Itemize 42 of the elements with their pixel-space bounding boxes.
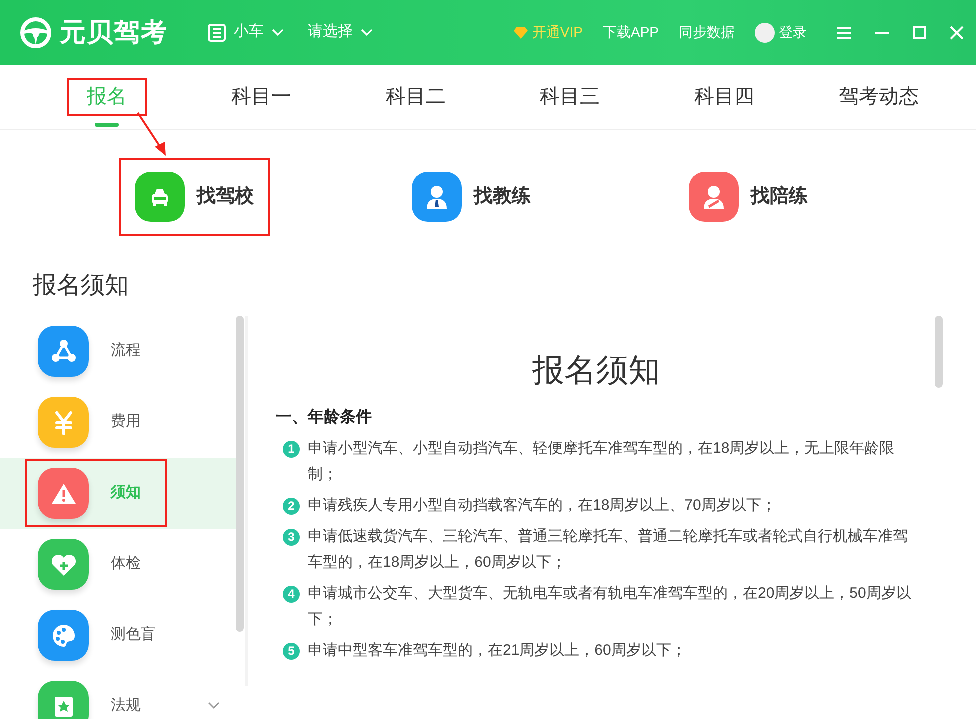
avatar-icon [755,22,775,42]
quick-link[interactable]: 找驾校 [121,160,268,234]
sidebar-item[interactable]: 体检 [0,529,236,600]
list-item-text: 申请城市公交车、大型货车、无轨电车或者有轨电车准驾车型的，在20周岁以上，50周岁以下； [308,584,912,630]
number-badge: 4 [283,586,300,603]
sidebar-item[interactable]: 法规 [0,671,236,719]
section-title: 报名须知 [32,271,130,301]
steering-wheel-icon [20,16,52,48]
close-icon [950,26,964,40]
quick-link[interactable]: 找教练 [398,160,545,234]
quick-link[interactable]: 找陪练 [675,160,822,234]
logo-text: 元贝驾考 [60,16,168,49]
minimize-icon [875,32,889,34]
chevron-down-icon [272,28,284,36]
number-badge: 5 [283,643,300,660]
tab[interactable]: 科目二 [368,80,464,114]
annotation-arrow [136,111,168,157]
tab[interactable]: 科目四 [676,80,772,114]
scrollbar-thumb[interactable] [935,316,943,388]
diamond-icon [514,26,528,38]
list-item-text: 申请中型客车准驾车型的，在21周岁以上，60周岁以下； [308,641,686,661]
sidebar-item[interactable]: 流程 [0,316,236,387]
sidebar-item[interactable]: 费用 [0,387,236,458]
maximize-icon [913,26,926,39]
tab[interactable]: 科目一 [213,80,310,114]
list-item-text: 申请低速载货汽车、三轮汽车、普通三轮摩托车、普通二轮摩托车或者轮式自行机械车准驾车型的，在18周岁以上，60周岁以下； [308,527,909,573]
article-heading: 一、年龄条件 [275,408,373,428]
tab[interactable]: 驾考动态 [820,80,937,114]
tab-indicator [95,123,120,127]
tab[interactable]: 科目三 [522,80,618,114]
scrollbar-thumb[interactable] [236,316,244,632]
list-item-text: 申请小型汽车、小型自动挡汽车、轻便摩托车准驾车型的，在18周岁以上，无上限年龄限制； [308,439,896,485]
number-badge: 1 [283,441,300,458]
list-item-text: 申请残疾人专用小型自动挡载客汽车的，在18周岁以上、70周岁以下； [308,496,776,516]
chevron-down-icon [208,702,220,710]
number-badge: 3 [283,529,300,546]
menu-icon [837,26,851,38]
article-title: 报名须知 [532,351,662,390]
sidebar-item[interactable]: 测色盲 [0,600,236,671]
number-badge: 2 [283,498,300,515]
list-icon [208,24,226,42]
chevron-down-icon [361,28,373,36]
